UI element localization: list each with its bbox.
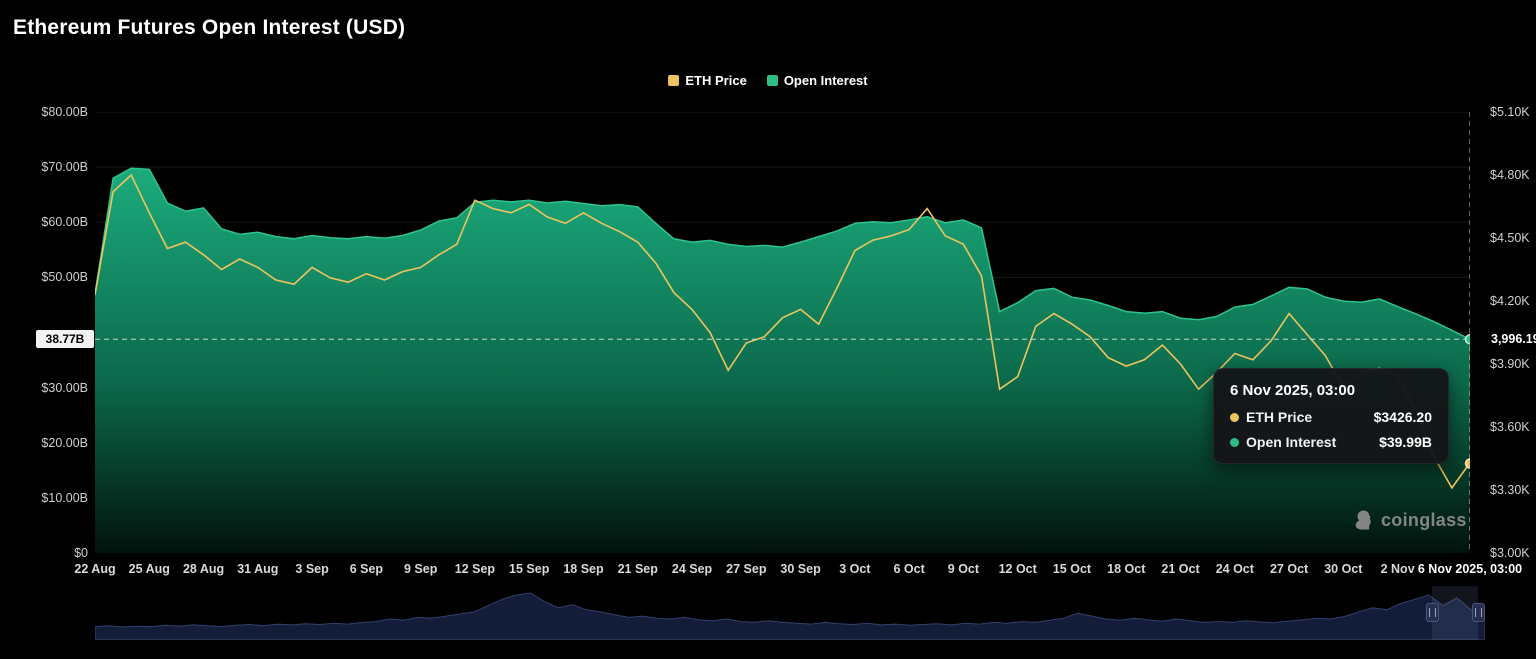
left-axis-tick-label: $80.00B [41,105,88,119]
left-axis-tick-label: $50.00B [41,270,88,284]
x-axis-tick-label: 18 Oct [1107,562,1145,576]
left-axis-tick-label: $0 [74,546,88,560]
x-axis-tick-label: 3 Sep [295,562,328,576]
x-axis-tick-label: 28 Aug [183,562,224,576]
x-axis-tick-label: 21 Oct [1161,562,1199,576]
x-axis-tick-label: 2 Nov [1381,562,1415,576]
tooltip-series-value: $3426.20 [1374,409,1432,425]
right-axis-tick-label: $3.60K [1490,420,1530,434]
x-axis-tick-label: 15 Oct [1053,562,1091,576]
page-title: Ethereum Futures Open Interest (USD) [13,16,405,40]
left-axis-tick-label: $70.00B [41,160,88,174]
x-axis-tick-label: 9 Oct [948,562,979,576]
legend-marker-icon [668,75,679,86]
right-axis-tick-label: $4.20K [1490,294,1530,308]
coinglass-logo-icon [1352,509,1374,531]
open-interest-area [95,168,1470,553]
x-axis-tick-label: 27 Sep [726,562,766,576]
x-axis-tick-label: 31 Aug [237,562,278,576]
x-axis-tick-label: 18 Sep [563,562,603,576]
chart-plot-area[interactable] [95,112,1470,553]
x-axis-tick-label: 12 Oct [999,562,1037,576]
x-axis-tick-label: 30 Oct [1324,562,1362,576]
right-axis-tick-label: $4.50K [1490,231,1530,245]
legend-marker-icon [767,75,778,86]
x-axis-tick-label: 15 Sep [509,562,549,576]
x-axis-tick-label: 21 Sep [618,562,658,576]
x-axis-tick-label: 3 Oct [839,562,870,576]
current-time-x-axis-label: 6 Nov 2025, 03:00 [1418,562,1522,576]
right-axis-tick-label: $4.80K [1490,168,1530,182]
tooltip-series-label: Open Interest [1246,434,1336,450]
current-price-axis-label: 3,996.19 [1491,332,1536,346]
x-axis-tick-label: 30 Sep [780,562,820,576]
x-axis-tick-label: 22 Aug [74,562,115,576]
left-axis-tick-label: $20.00B [41,436,88,450]
tooltip-row-open-interest: Open Interest $39.99B [1230,434,1432,450]
handle-grip-icon [1475,608,1482,617]
tooltip: 6 Nov 2025, 03:00 ETH Price $3426.20 Ope… [1213,368,1449,464]
left-axis-tick-label: $30.00B [41,381,88,395]
watermark-text: coinglass [1381,510,1467,531]
right-axis-tick-label: $3.30K [1490,483,1530,497]
tooltip-series-label: ETH Price [1246,409,1312,425]
right-axis-tick-label: $3.90K [1490,357,1530,371]
navigator-right-handle[interactable] [1472,603,1485,622]
navigator-area [95,593,1485,640]
x-axis-tick-label: 6 Oct [894,562,925,576]
x-axis-tick-label: 12 Sep [455,562,495,576]
x-axis-tick-label: 27 Oct [1270,562,1308,576]
current-open-interest-axis-badge: 38.77B [36,330,94,348]
left-axis-tick-label: $10.00B [41,491,88,505]
eth-price-current-marker [1466,459,1471,468]
eth-price-dot-icon [1230,413,1239,422]
main-chart-svg [95,112,1470,553]
legend-item-eth-price[interactable]: ETH Price [668,73,746,88]
x-axis-tick-label: 6 Sep [350,562,383,576]
tooltip-series-value: $39.99B [1379,434,1432,450]
legend-item-label: Open Interest [784,73,868,88]
navigator-left-handle[interactable] [1426,603,1439,622]
legend-item-label: ETH Price [685,73,746,88]
coinglass-futures-chart-page: Ethereum Futures Open Interest (USD) ETH… [0,0,1536,659]
watermark: coinglass [1352,509,1467,531]
navigator-chart[interactable] [95,586,1485,640]
right-axis-tick-label: $3.00K [1490,546,1530,560]
left-axis-tick-label: $60.00B [41,215,88,229]
x-axis-tick-label: 9 Sep [404,562,437,576]
open-interest-dot-icon [1230,438,1239,447]
open-interest-current-marker [1466,335,1471,344]
legend: ETH Price Open Interest [0,73,1536,88]
tooltip-row-eth-price: ETH Price $3426.20 [1230,409,1432,425]
x-axis-tick-label: 24 Sep [672,562,712,576]
right-axis-tick-label: $5.10K [1490,105,1530,119]
handle-grip-icon [1429,608,1436,617]
x-axis-tick-label: 25 Aug [129,562,170,576]
tooltip-title: 6 Nov 2025, 03:00 [1230,382,1432,399]
legend-item-open-interest[interactable]: Open Interest [767,73,868,88]
x-axis-tick-label: 24 Oct [1216,562,1254,576]
